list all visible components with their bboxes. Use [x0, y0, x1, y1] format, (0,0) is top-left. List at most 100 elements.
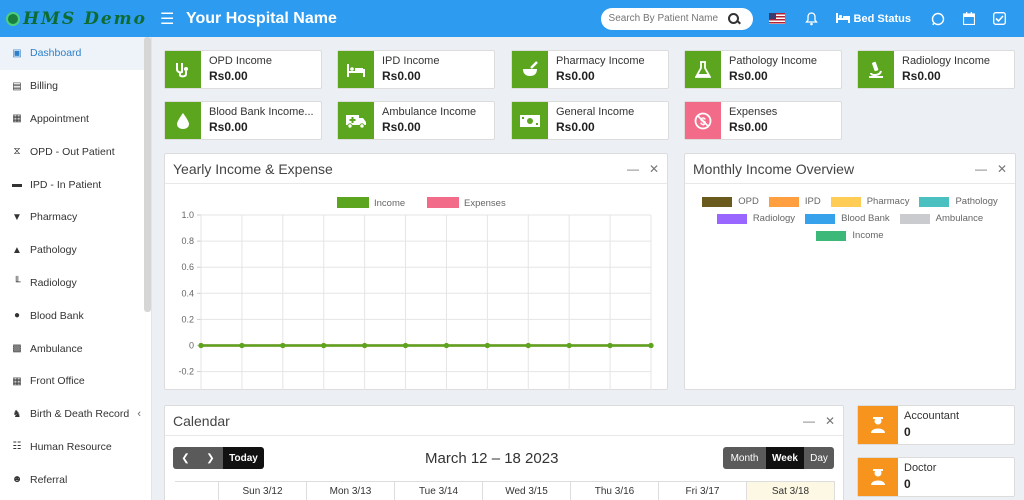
ipd-income-box[interactable]: IPD Income Rs0.00 [337, 50, 495, 89]
calendar-month-view-button[interactable]: Month [723, 447, 766, 469]
sidebar-item-ipd[interactable]: ▬ IPD - In Patient [0, 168, 151, 201]
income-label: IPD Income [382, 55, 440, 67]
flask-icon: ▲ [12, 244, 22, 256]
monitor-icon: ▣ [12, 47, 22, 59]
legend-swatch [816, 230, 847, 241]
legend-item-ambulance[interactable]: Ambulance [899, 213, 983, 224]
radiology-income-box[interactable]: Radiology Income Rs0.00 [857, 50, 1015, 89]
sidebar-scrollbar[interactable] [144, 37, 151, 312]
close-icon[interactable]: ✕ [825, 414, 835, 428]
doctor-count-box[interactable]: Doctor 0 [857, 457, 1015, 497]
hamburger-menu-icon[interactable]: ☰ [160, 9, 180, 29]
legend-item-income[interactable]: Income [816, 230, 884, 241]
sidebar-item-pharmacy[interactable]: ▼ Pharmacy [0, 201, 151, 234]
general-income-box[interactable]: General Income Rs0.00 [511, 101, 669, 140]
legend-swatch [805, 213, 836, 224]
legend-item-pharmacy[interactable]: Pharmacy [830, 196, 910, 207]
sidebar-item-blood-bank[interactable]: ● Blood Bank [0, 299, 151, 332]
pharmacy-income-box[interactable]: Pharmacy Income Rs0.00 [511, 50, 669, 89]
stethoscope-icon: ⧖ [13, 146, 21, 158]
flask-icon [685, 51, 721, 88]
yearly-line-chart: IncomeExpenses1.00.80.60.40.20-0.2-0.4-0… [178, 197, 654, 390]
legend-swatch [716, 213, 747, 224]
sidebar-item-appointment[interactable]: ▦ Appointment [0, 103, 151, 136]
ambulance-income-box[interactable]: Ambulance Income Rs0.00 [337, 101, 495, 140]
sidebar-item-label: Front Office [30, 375, 85, 388]
sidebar-item-label: OPD - Out Patient [30, 145, 115, 158]
close-icon[interactable]: ✕ [649, 162, 659, 176]
calendar-week-view-button[interactable]: Week [766, 447, 804, 469]
calendar-day-view-button[interactable]: Day [804, 447, 834, 469]
sidebar-item-front-office[interactable]: ▦ Front Office [0, 365, 151, 398]
chevron-left-icon: ‹ [137, 408, 141, 421]
legend-item-blood-bank[interactable]: Blood Bank [805, 213, 890, 224]
expenses-box[interactable]: $ Expenses Rs0.00 [684, 101, 842, 140]
us-flag-icon[interactable] [768, 13, 785, 24]
income-label: Pharmacy Income [556, 55, 645, 67]
sidebar-item-radiology[interactable]: ╙ Radiology [0, 267, 151, 300]
sidebar-item-human-resource[interactable]: ☷ Human Resource [0, 431, 151, 464]
calendar-next-button[interactable]: ❯ [198, 447, 223, 469]
staff-count: 0 [904, 425, 911, 439]
minimize-icon[interactable]: — [627, 162, 639, 176]
accountant-count-box[interactable]: Accountant 0 [857, 405, 1015, 445]
legend-item-ipd[interactable]: IPD [768, 196, 821, 207]
hospital-name: Your Hospital Name [186, 9, 337, 27]
search-input[interactable] [608, 13, 727, 24]
close-icon[interactable]: ✕ [997, 162, 1007, 176]
ambulance-icon [338, 102, 374, 139]
staff-label: Doctor [904, 462, 937, 474]
legend-swatch [919, 196, 950, 207]
minimize-icon[interactable]: — [975, 162, 987, 176]
staff-count: 0 [904, 477, 911, 491]
logo[interactable]: HMS Demo [0, 0, 152, 37]
sidebar-item-ambulance[interactable]: ▩ Ambulance [0, 332, 151, 365]
monthly-legend: OPD IPD Pharmacy Pathology Radiology Blo… [685, 196, 1015, 247]
income-label: Pathology Income [729, 55, 818, 67]
whatsapp-icon[interactable] [931, 12, 945, 26]
sidebar-item-label: Birth & Death Record [30, 408, 130, 421]
calendar-prev-button[interactable]: ❮ [173, 447, 198, 469]
sidebar-item-birth-death[interactable]: ♞ Birth & Death Record ‹ [0, 398, 151, 431]
ambulance-icon: ▩ [12, 343, 22, 355]
minimize-icon[interactable]: — [803, 414, 815, 428]
calendar-day-header[interactable]: Thu 3/16 [571, 482, 659, 500]
legend-label: Radiology [752, 213, 796, 224]
legend-label: Pharmacy [866, 196, 910, 207]
sidebar-item-pathology[interactable]: ▲ Pathology [0, 234, 151, 267]
calendar-day-header[interactable]: Mon 3/13 [307, 482, 395, 500]
legend-item-pathology[interactable]: Pathology [919, 196, 998, 207]
staff-icon [858, 406, 898, 444]
calendar-icon[interactable] [963, 12, 975, 25]
calendar-day-header[interactable]: Fri 3/17 [659, 482, 747, 500]
blood-bank-income-box[interactable]: Blood Bank Income... Rs0.00 [164, 101, 322, 140]
calendar-day-header[interactable]: Tue 3/14 [395, 482, 483, 500]
legend-item-opd[interactable]: OPD [702, 196, 759, 207]
bed-icon [835, 12, 850, 26]
calendar-today-button[interactable]: Today [223, 447, 264, 469]
y-tick-label: 1.0 [181, 210, 194, 220]
sidebar-item-opd[interactable]: ⧖ OPD - Out Patient [0, 135, 151, 168]
data-point-income [198, 342, 204, 349]
bed-status-button[interactable]: Bed Status [835, 12, 911, 26]
sidebar-item-label: Radiology [30, 276, 77, 289]
calendar-day-header-today[interactable]: Sat 3/18 [747, 482, 835, 500]
income-label: Expenses [729, 106, 778, 118]
sidebar-item-referral[interactable]: ☻ Referral [0, 463, 151, 496]
notification-bell-icon[interactable] [804, 11, 818, 26]
data-point-income [362, 342, 368, 349]
task-checkbox-icon[interactable] [993, 12, 1006, 25]
sidebar-item-billing[interactable]: ▤ Billing [0, 70, 151, 103]
data-point-income [239, 342, 245, 349]
legend-item-radiology[interactable]: Radiology [716, 213, 796, 224]
search-icon[interactable] [727, 12, 741, 26]
calendar-day-header[interactable]: Wed 3/15 [483, 482, 571, 500]
legend-swatch [768, 196, 799, 207]
logo-text: HMS Demo [23, 8, 147, 29]
sidebar-item-label: Human Resource [30, 440, 112, 453]
calendar-day-header[interactable]: Sun 3/12 [219, 482, 307, 500]
sidebar-item-dashboard[interactable]: ▣ Dashboard [0, 37, 151, 70]
pathology-income-box[interactable]: Pathology Income Rs0.00 [684, 50, 842, 89]
opd-income-box[interactable]: OPD Income Rs0.00 [164, 50, 322, 89]
income-label: General Income [556, 106, 635, 118]
